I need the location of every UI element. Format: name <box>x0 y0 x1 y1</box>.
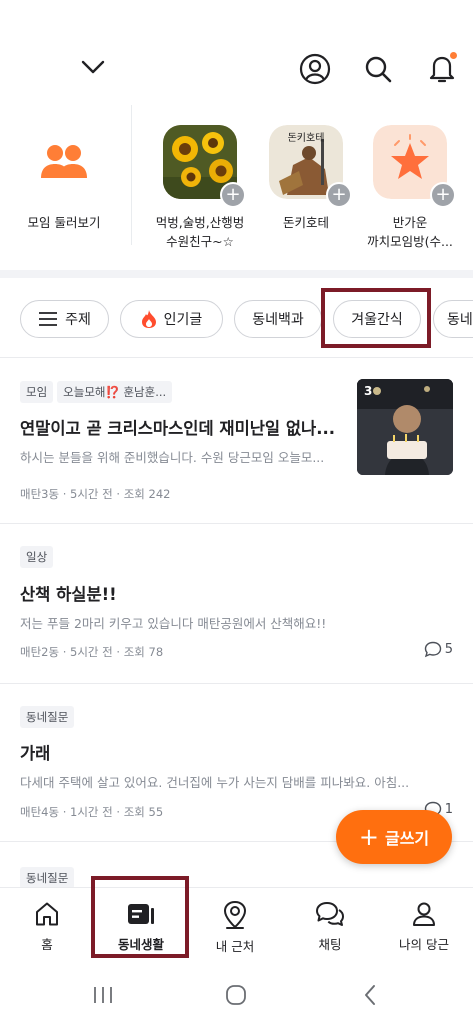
post-tags: 모임 오늘모해⁉️ 훈남훈... <box>20 381 176 403</box>
write-post-label: 글쓰기 <box>384 829 430 848</box>
post-tag: 동네질문 <box>20 867 75 889</box>
book-cover-title: 돈키호테 <box>287 133 325 144</box>
group-thumbnail: + <box>373 125 456 208</box>
post-tag: 모임 <box>20 381 54 403</box>
notification-dot <box>450 52 457 59</box>
chip-label: 동네 <box>447 312 473 328</box>
post-meta: 매탄2동 · 5시간 전 · 조회 78 <box>20 645 164 659</box>
nav-chat[interactable]: 채팅 <box>283 888 377 967</box>
top-header <box>0 0 473 105</box>
person-icon <box>413 902 435 926</box>
nav-label: 채팅 <box>318 937 342 952</box>
post-meta: 매탄4동 · 1시간 전 · 조회 55 <box>20 805 164 819</box>
post-tag: 일상 <box>20 546 54 568</box>
group-item[interactable]: 모 <box>459 125 473 232</box>
chip-label: 동네백과 <box>252 312 304 328</box>
write-post-button[interactable]: + 글쓰기 <box>336 810 452 864</box>
highlight-box <box>91 876 189 958</box>
group-thumbnail: + <box>163 125 246 208</box>
browse-groups-label: 모임 둘러보기 <box>27 215 101 230</box>
chevron-down-icon[interactable] <box>76 50 110 84</box>
search-icon[interactable] <box>361 52 395 86</box>
post-title: 산책 하실분!! <box>20 585 117 604</box>
post-body: 하시는 분들을 위해 준비했습니다. 수원 당근모임 오늘모... <box>20 450 325 465</box>
add-plus-icon: + <box>430 182 456 208</box>
highlight-box <box>321 288 431 348</box>
post-item[interactable]: 모임 오늘모해⁉️ 훈남훈... 연말이고 곧 크리스마스인데 재미난일 없나..… <box>0 359 473 524</box>
home-circle-icon[interactable] <box>216 980 256 1010</box>
group-item[interactable]: + 반가운 까치모임방(수... <box>355 125 465 251</box>
plus-icon: + <box>358 823 379 851</box>
post-body: 저는 푸들 2마리 키우고 있습니다 매탄공원에서 산책해요!! <box>20 616 327 631</box>
photo-count: 3 <box>364 384 373 398</box>
post-tag: 오늘모해⁉️ 훈남훈... <box>57 381 173 403</box>
group-item[interactable]: 돈키호테 + 돈키호테 <box>251 125 361 232</box>
nav-nearby[interactable]: 내 근처 <box>188 888 282 967</box>
post-tags: 동네질문 <box>20 706 78 728</box>
nav-my-carrot[interactable]: 나의 당근 <box>377 888 471 967</box>
post-title: 연말이고 곧 크리스마스인데 재미난일 없나... <box>20 419 336 438</box>
fire-icon <box>141 309 157 329</box>
post-photo: 3 <box>357 379 453 475</box>
nav-label: 나의 당근 <box>399 937 449 952</box>
people-icon <box>27 125 101 199</box>
group-thumbnail: 돈키호테 + <box>269 125 352 208</box>
location-pin-icon <box>223 900 247 929</box>
chip-label: 인기글 <box>163 312 203 328</box>
comment-icon <box>424 641 441 658</box>
add-plus-icon: + <box>220 182 246 208</box>
chip-neighborhood[interactable]: 동네 <box>433 300 473 338</box>
menu-icon <box>38 311 58 327</box>
comment-count: 5 <box>424 641 453 658</box>
group-name: 돈키호테 <box>282 215 329 230</box>
post-tags: 일상 <box>20 546 57 568</box>
chip-encyclopedia[interactable]: 동네백과 <box>234 300 322 338</box>
browse-groups-button[interactable]: 모임 둘러보기 <box>9 125 119 232</box>
topic-chips: 주제 인기글 동네백과 겨울간식 동네 <box>0 280 473 358</box>
bell-icon[interactable] <box>424 50 460 86</box>
post-tag: 동네질문 <box>20 706 75 728</box>
group-name: 반가운 까치모임방(수... <box>367 215 453 249</box>
chip-popular[interactable]: 인기글 <box>120 300 223 338</box>
add-plus-icon: + <box>326 182 352 208</box>
post-body: 다세대 주택에 살고 있어요. 건너집에 누가 사는지 담배를 피나봐요. 아침… <box>20 775 410 790</box>
section-separator <box>0 270 473 278</box>
home-icon <box>36 902 58 926</box>
nav-label: 홈 <box>41 937 53 952</box>
group-item[interactable]: + 먹벙,술벙,산행벙 수원친구~☆ <box>145 125 255 251</box>
group-name: 먹벙,술벙,산행벙 수원친구~☆ <box>155 215 245 249</box>
chip-label: 주제 <box>65 312 91 328</box>
bottom-navigation: 홈 동네생활 내 근처 채팅 나의 당근 <box>0 876 473 967</box>
post-tags: 동네질문 <box>20 867 78 889</box>
comment-count-value: 5 <box>444 642 453 657</box>
nav-home[interactable]: 홈 <box>0 888 94 967</box>
comment-count-value: 1 <box>444 802 453 817</box>
nav-label: 내 근처 <box>215 939 255 954</box>
back-icon[interactable] <box>350 980 390 1010</box>
chip-topic[interactable]: 주제 <box>20 300 109 338</box>
profile-icon[interactable] <box>298 52 332 86</box>
divider <box>131 105 132 245</box>
chat-icon <box>316 902 344 926</box>
post-meta: 매탄3동 · 5시간 전 · 조회 242 <box>20 487 171 501</box>
post-title: 가래 <box>20 744 51 763</box>
system-navigation-bar <box>0 966 473 1024</box>
post-item[interactable]: 일상 산책 하실분!! 저는 푸들 2마리 키우고 있습니다 매탄공원에서 산책… <box>0 524 473 684</box>
recent-apps-icon[interactable] <box>83 980 123 1010</box>
group-carousel: 모임 둘러보기 + 먹벙,술벙,산행벙 수원친구~☆ 돈키호테 + 돈키호테 +… <box>0 105 473 270</box>
group-name: 모 <box>459 213 473 232</box>
